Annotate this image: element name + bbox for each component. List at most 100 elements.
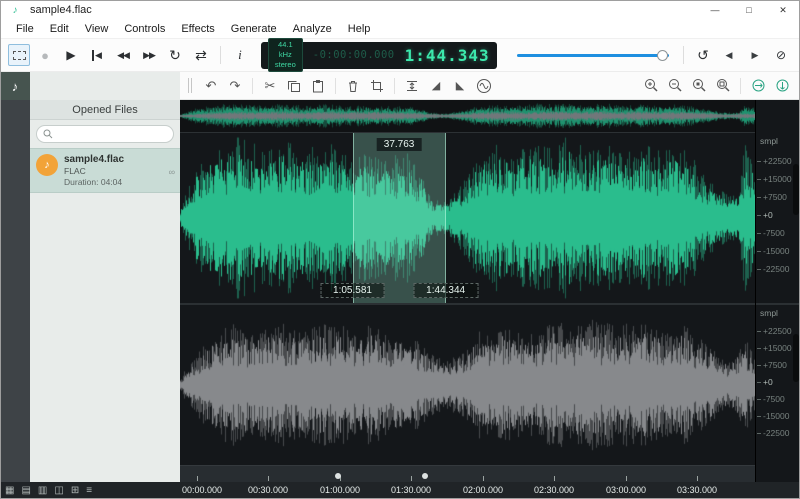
amplitude-tick-label: +7500 (763, 192, 787, 202)
overview-waveform[interactable] (180, 100, 755, 132)
menu-help[interactable]: Help (340, 23, 379, 35)
amplitude-tick-label: -7500 (763, 394, 785, 404)
paste-button[interactable] (308, 76, 328, 96)
effect-button[interactable] (474, 76, 494, 96)
rewind-button[interactable]: ◀◀ (112, 44, 134, 66)
search-icon (43, 129, 53, 139)
loop-button[interactable]: ↻ (164, 44, 186, 66)
timeline-ruler[interactable]: 00:00.000 00:30.000 01:00.000 01:30.000 … (180, 482, 755, 499)
timeline-label: 00:00.000 (182, 485, 222, 495)
zoom-horizontal-button[interactable] (748, 76, 768, 96)
vertical-zoom-scrollbar[interactable] (793, 164, 799, 215)
overview-strip[interactable] (180, 100, 755, 133)
timeline-tick (197, 476, 198, 481)
transport-toolbar: ● ▶ ◀ ◀◀ ▶▶ ↻ ⇄ i 44.1 kHz stereo -0:00:… (0, 39, 800, 72)
view-grid-icon[interactable]: ▦ (5, 485, 14, 496)
loop-icon: ↻ (169, 47, 181, 64)
nav-back-button[interactable]: ◀ (718, 44, 740, 66)
delete-button[interactable] (343, 76, 363, 96)
mute-button[interactable]: ⊘ (770, 44, 792, 66)
zoom-all-button[interactable] (713, 76, 733, 96)
loop-selection-button[interactable]: ⇄ (190, 44, 212, 66)
record-button[interactable]: ● (34, 44, 56, 66)
slider-thumb[interactable] (657, 50, 668, 61)
range-handle-end[interactable] (422, 473, 428, 479)
timeline-label: 02:30.000 (534, 485, 574, 495)
cut-button[interactable]: ✂ (260, 76, 280, 96)
range-handle-start[interactable] (335, 473, 341, 479)
trim-button[interactable] (367, 76, 387, 96)
menu-controls[interactable]: Controls (116, 23, 173, 35)
copy-button[interactable] (284, 76, 304, 96)
toolbar-gripper[interactable] (188, 78, 192, 93)
fade-in-button[interactable]: ◢ (426, 76, 446, 96)
zoom-in-button[interactable] (641, 76, 661, 96)
nav-forward-icon: ▶ (752, 50, 759, 61)
info-button[interactable]: i (229, 44, 251, 66)
edit-toolbar: ↶ ↷ ✂ ◢ ◣ (180, 72, 800, 100)
selection-tool-button[interactable] (8, 44, 30, 66)
timeline-scrollbar[interactable] (180, 465, 755, 482)
amplitude-tick-label: -15000 (763, 411, 789, 421)
file-list-item[interactable]: ♪ sample4.flac FLAC Duration: 04:04 ∞ (30, 148, 180, 193)
timeline-tick (697, 476, 698, 481)
maximize-button[interactable]: □ (732, 0, 766, 20)
zoom-vertical-icon (775, 78, 790, 93)
zoom-vertical-button[interactable] (772, 76, 792, 96)
selection-start-handle[interactable]: 1:05.581 (320, 283, 385, 298)
close-button[interactable]: ✕ (766, 0, 800, 20)
timeline-tick (268, 476, 269, 481)
minimize-button[interactable]: — (698, 0, 732, 20)
menu-edit[interactable]: Edit (42, 23, 77, 35)
view-rows-icon[interactable]: ▤ (21, 485, 30, 496)
channel-left[interactable]: 37.763 1:05.581 1:44.344 (180, 133, 755, 303)
view-cols-icon[interactable]: ▥ (38, 485, 47, 496)
play-button[interactable]: ▶ (60, 44, 82, 66)
amplitude-tick-label: +15000 (763, 343, 792, 353)
channel-right[interactable] (180, 305, 755, 465)
menu-file[interactable]: File (8, 23, 42, 35)
menu-view[interactable]: View (77, 23, 117, 35)
view-list-icon[interactable]: ≡ (86, 485, 92, 496)
menu-generate[interactable]: Generate (223, 23, 285, 35)
selection-end-handle[interactable]: 1:44.344 (413, 283, 478, 298)
amplitude-tick-label: -7500 (763, 228, 785, 238)
amplitude-ruler: smpl +22500 +15000 +7500 +0 -7500 -15000… (755, 100, 800, 482)
vertical-zoom-scrollbar[interactable] (793, 334, 799, 382)
files-panel-tab[interactable]: ♪ (0, 72, 30, 100)
right-channel-ruler[interactable]: smpl +22500 +15000 +7500 +0 -7500 -15000… (756, 305, 800, 465)
timeline-label: 03:30.000 (677, 485, 717, 495)
selection-region[interactable]: 37.763 (353, 133, 446, 303)
fade-out-button[interactable]: ◣ (450, 76, 470, 96)
zoom-out-button[interactable] (665, 76, 685, 96)
menu-analyze[interactable]: Analyze (285, 23, 340, 35)
timeline-tick (483, 476, 484, 481)
zoom-horizontal-icon (751, 78, 766, 93)
file-duration: Duration: 04:04 (64, 177, 124, 187)
file-meta: sample4.flac FLAC Duration: 04:04 (64, 154, 124, 187)
amplitude-tick-label: +7500 (763, 360, 787, 370)
menu-effects[interactable]: Effects (173, 23, 222, 35)
adjust-level-button[interactable] (402, 76, 422, 96)
file-search-box[interactable] (36, 125, 174, 143)
view-split-icon[interactable]: ◫ (54, 485, 63, 496)
redo-button[interactable]: ↷ (225, 76, 245, 96)
audio-file-icon: ♪ (36, 154, 58, 176)
view-plus-icon[interactable]: ⊞ (71, 485, 79, 496)
undo-button[interactable]: ↶ (201, 76, 221, 96)
zoom-selection-button[interactable] (689, 76, 709, 96)
volume-slider[interactable] (517, 45, 669, 65)
left-channel-ruler[interactable]: smpl +22500 +15000 +7500 +0 -7500 -15000… (756, 133, 800, 303)
title-bar: ♪ sample4.flac — □ ✕ (0, 0, 800, 20)
window-title: sample4.flac (30, 4, 92, 16)
file-search-input[interactable] (57, 129, 167, 140)
crop-icon (370, 79, 384, 93)
nav-forward-button[interactable]: ▶ (744, 44, 766, 66)
ruler-spacer (756, 465, 800, 482)
format-badge: 44.1 kHz stereo (268, 38, 303, 72)
skip-start-button[interactable]: ◀ (86, 44, 108, 66)
right-channel-waveform[interactable] (180, 305, 755, 465)
playback-history-button[interactable]: ↺ (692, 44, 714, 66)
left-channel-waveform[interactable] (180, 133, 755, 303)
fast-forward-button[interactable]: ▶▶ (138, 44, 160, 66)
